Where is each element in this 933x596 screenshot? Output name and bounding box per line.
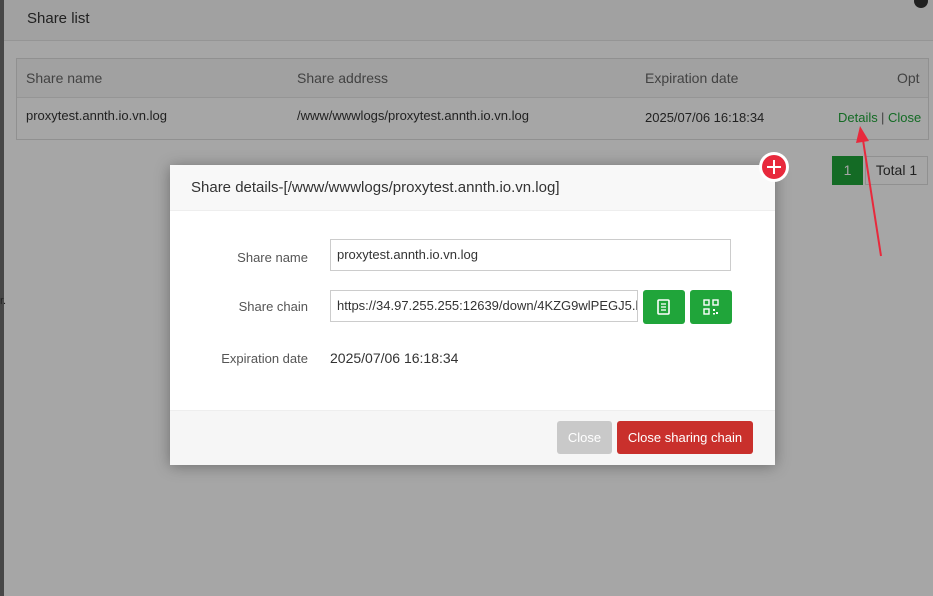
expiration-label: Expiration date [221, 351, 308, 366]
left-edge-text: r. [0, 295, 7, 307]
close-sharing-chain-button[interactable]: Close sharing chain [617, 421, 753, 454]
close-badge [762, 155, 786, 179]
share-name-field[interactable]: proxytest.annth.io.vn.log [330, 239, 731, 271]
qrcode-button[interactable] [690, 290, 732, 324]
copy-icon [657, 299, 670, 315]
dialog-header: Share details-[/www/wwwlogs/proxytest.an… [170, 165, 775, 211]
dialog-footer: Close Close sharing chain [170, 410, 775, 465]
expiration-value: 2025/07/06 16:18:34 [330, 350, 459, 366]
dialog-title: Share details-[/www/wwwlogs/proxytest.an… [191, 179, 560, 196]
share-details-dialog: Share details-[/www/wwwlogs/proxytest.an… [170, 152, 789, 465]
qrcode-icon [703, 299, 719, 315]
dialog-close-icon[interactable] [759, 152, 789, 182]
share-chain-field[interactable]: https://34.97.255.255:12639/down/4KZG9wl… [330, 290, 638, 322]
copy-link-button[interactable] [643, 290, 685, 324]
share-chain-label: Share chain [238, 299, 308, 314]
share-name-label: Share name [237, 250, 308, 265]
close-button[interactable]: Close [557, 421, 612, 454]
